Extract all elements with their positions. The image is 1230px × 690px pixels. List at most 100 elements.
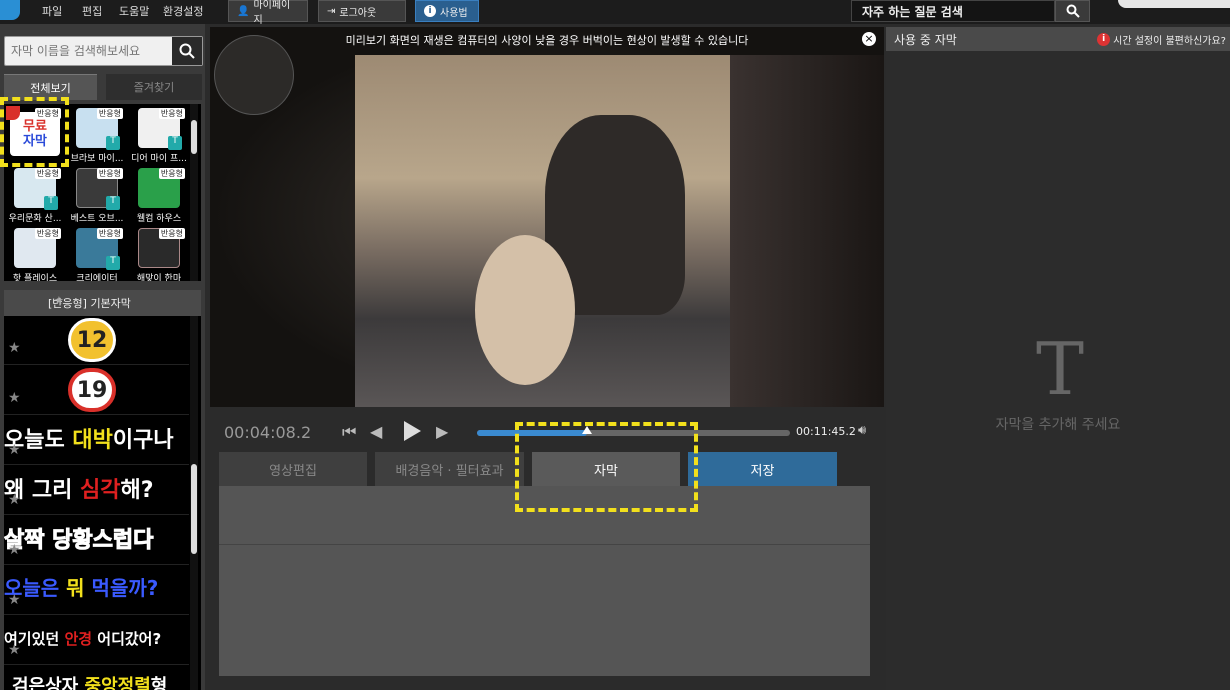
faq-search-input[interactable]: 자주 하는 질문 검색: [851, 0, 1055, 22]
badge: 반응형: [96, 108, 123, 119]
empty-caption-message: 자막을 추가해 주세요: [995, 417, 1121, 433]
template-culture[interactable]: 반응형 T 우리문화 산...: [6, 166, 64, 224]
style-text: 오늘도 대박이구나: [4, 428, 174, 453]
menu-file[interactable]: 파일: [42, 3, 62, 19]
text-icon: T: [44, 196, 58, 210]
style-text: 오늘은 뭐 먹을까?: [4, 576, 159, 600]
badge: 반응형: [96, 228, 123, 239]
video-frame: [355, 55, 740, 407]
badge: 반응형: [96, 168, 123, 179]
template-caption: 해맞이 한마: [136, 274, 182, 281]
template-scrollbar[interactable]: [190, 104, 198, 281]
tab-video-edit[interactable]: 영상편집: [219, 452, 367, 486]
template-creator[interactable]: 반응형 T 크리에이터: [68, 226, 126, 281]
star-icon[interactable]: ★: [8, 492, 21, 508]
faq-search-button[interactable]: [1055, 0, 1090, 22]
style-text: 검은상자 중앙정렬형: [12, 676, 168, 690]
star-icon[interactable]: ★: [8, 390, 21, 406]
badge: 반응형: [34, 228, 61, 239]
template-caption: 핫 플레이스: [12, 274, 58, 281]
text-icon: T: [106, 136, 120, 150]
close-icon[interactable]: ×: [862, 32, 876, 46]
badge: 반응형: [158, 108, 185, 119]
style-scrollbar[interactable]: [190, 316, 198, 690]
caption-search-input[interactable]: [5, 37, 172, 65]
style-item-embarrassed[interactable]: 살짝 당황스럽다 ★: [4, 516, 189, 565]
template-bravo[interactable]: 반응형 T 브라보 마이...: [68, 106, 126, 164]
logout-button[interactable]: ⇥ 로그아웃: [318, 0, 406, 22]
tab-music-filter[interactable]: 배경음악 · 필터효과: [375, 452, 524, 486]
template-hotplace[interactable]: 반응형 핫 플레이스: [6, 226, 64, 281]
play-icon[interactable]: [402, 420, 422, 442]
right-panel-title: 사용 중 자막: [894, 33, 957, 47]
step-forward-icon[interactable]: ▶︎: [436, 422, 448, 441]
preview-notice: 미리보기 화면의 재생은 컴퓨터의 사양이 낮을 경우 버벅이는 현상이 발생할…: [345, 34, 749, 47]
style-item-eat[interactable]: 오늘은 뭐 먹을까? ★: [4, 566, 189, 615]
star-icon[interactable]: ★: [8, 340, 21, 356]
menu-edit[interactable]: 편집: [82, 3, 102, 19]
style-scroll-thumb[interactable]: [191, 464, 197, 554]
template-caption: 웰컴 하우스: [136, 214, 182, 224]
badge: 반응형: [158, 168, 185, 179]
template-dear[interactable]: 반응형 T 디어 마이 프...: [130, 106, 188, 164]
star-icon[interactable]: ★: [8, 542, 21, 558]
template-sunrise[interactable]: 반응형 해맞이 한마: [130, 226, 188, 281]
skip-start-icon[interactable]: ⏮: [342, 422, 356, 442]
right-panel: 사용 중 자막 i 시간 설정이 불편하신가요? T 자막을 추가해 주세요: [886, 27, 1230, 690]
template-best[interactable]: 반응형 T 베스트 오브...: [68, 166, 126, 224]
howto-button[interactable]: i 사용법: [415, 0, 479, 22]
video-preview: 미리보기 화면의 재생은 컴퓨터의 사양이 낮을 경우 버벅이는 현상이 발생할…: [210, 27, 884, 407]
template-scroll-thumb[interactable]: [191, 120, 197, 154]
step-back-icon[interactable]: ◀︎: [370, 422, 382, 441]
editor-work-area: [219, 486, 870, 676]
right-panel-header: 사용 중 자막 i 시간 설정이 불편하신가요?: [886, 27, 1230, 51]
search-icon: [1066, 4, 1080, 18]
style-item-serious[interactable]: 왜 그리 심각해? ★: [4, 466, 189, 515]
style-text: 살짝 당황스럽다: [4, 528, 154, 554]
video-puppy: [475, 235, 575, 385]
tab-save[interactable]: 저장: [688, 452, 837, 486]
howto-label: 사용법: [440, 7, 468, 19]
volume-icon[interactable]: 🔊︎: [858, 423, 866, 438]
menu-settings[interactable]: 환경설정: [163, 3, 203, 19]
highlight-free-template: [0, 97, 69, 167]
star-icon[interactable]: ★: [8, 642, 21, 658]
menu-help[interactable]: 도움말: [119, 3, 149, 19]
style-list: 12 ★ 19 ★ 오늘도 대박이구나 ★ 왜 그리 심각해? ★ 살짝 당황스…: [4, 316, 201, 690]
tab-favorites[interactable]: 즐겨찾기: [106, 74, 202, 100]
highlight-caption-tab: [515, 422, 698, 512]
mypage-button[interactable]: 👤 마이페이지: [228, 0, 308, 26]
window-controls: [1118, 0, 1230, 8]
time-help-link[interactable]: i 시간 설정이 불편하신가요?: [1097, 32, 1226, 47]
star-icon[interactable]: ★: [54, 294, 64, 307]
caption-search: [4, 36, 203, 66]
style-item-glasses[interactable]: 여기있던 안경 어디갔어? ★: [4, 616, 189, 665]
video-side-shadow: [730, 55, 884, 407]
age-badge-19: 19: [68, 368, 116, 412]
current-time: 00:04:08.2: [224, 423, 312, 442]
caption-search-button[interactable]: [172, 37, 202, 65]
end-time: 00:11:45.2: [796, 425, 856, 438]
style-item-blackbox[interactable]: 검은상자 중앙정렬형: [4, 666, 189, 690]
age-badge-12: 12: [68, 318, 116, 362]
work-area-divider: [219, 544, 870, 545]
top-bar: 파일 편집 도움말 환경설정 👤 마이페이지 ⇥ 로그아웃 i 사용법 자주 하…: [0, 0, 1230, 26]
style-item-daebak[interactable]: 오늘도 대박이구나 ★: [4, 416, 189, 465]
logout-label: 로그아웃: [339, 7, 377, 19]
info-icon: i: [424, 5, 436, 17]
style-item-19[interactable]: 19 ★: [4, 366, 189, 415]
template-caption: 베스트 오브...: [70, 214, 124, 224]
style-text: 왜 그리 심각해?: [4, 478, 154, 503]
text-icon: T: [168, 136, 182, 150]
style-item-12[interactable]: 12 ★: [4, 316, 189, 365]
template-caption: 크리에이터: [76, 274, 118, 281]
star-icon[interactable]: ★: [8, 442, 21, 458]
text-icon: T: [106, 256, 120, 270]
template-welcome[interactable]: 반응형 웰컴 하우스: [130, 166, 188, 224]
time-help-text: 시간 설정이 불편하신가요?: [1113, 36, 1226, 47]
template-caption: 브라보 마이...: [70, 154, 124, 164]
template-caption: 디어 마이 프...: [131, 154, 187, 164]
star-icon[interactable]: ★: [8, 592, 21, 608]
logout-icon: ⇥: [327, 5, 336, 17]
app-logo: [0, 0, 20, 20]
